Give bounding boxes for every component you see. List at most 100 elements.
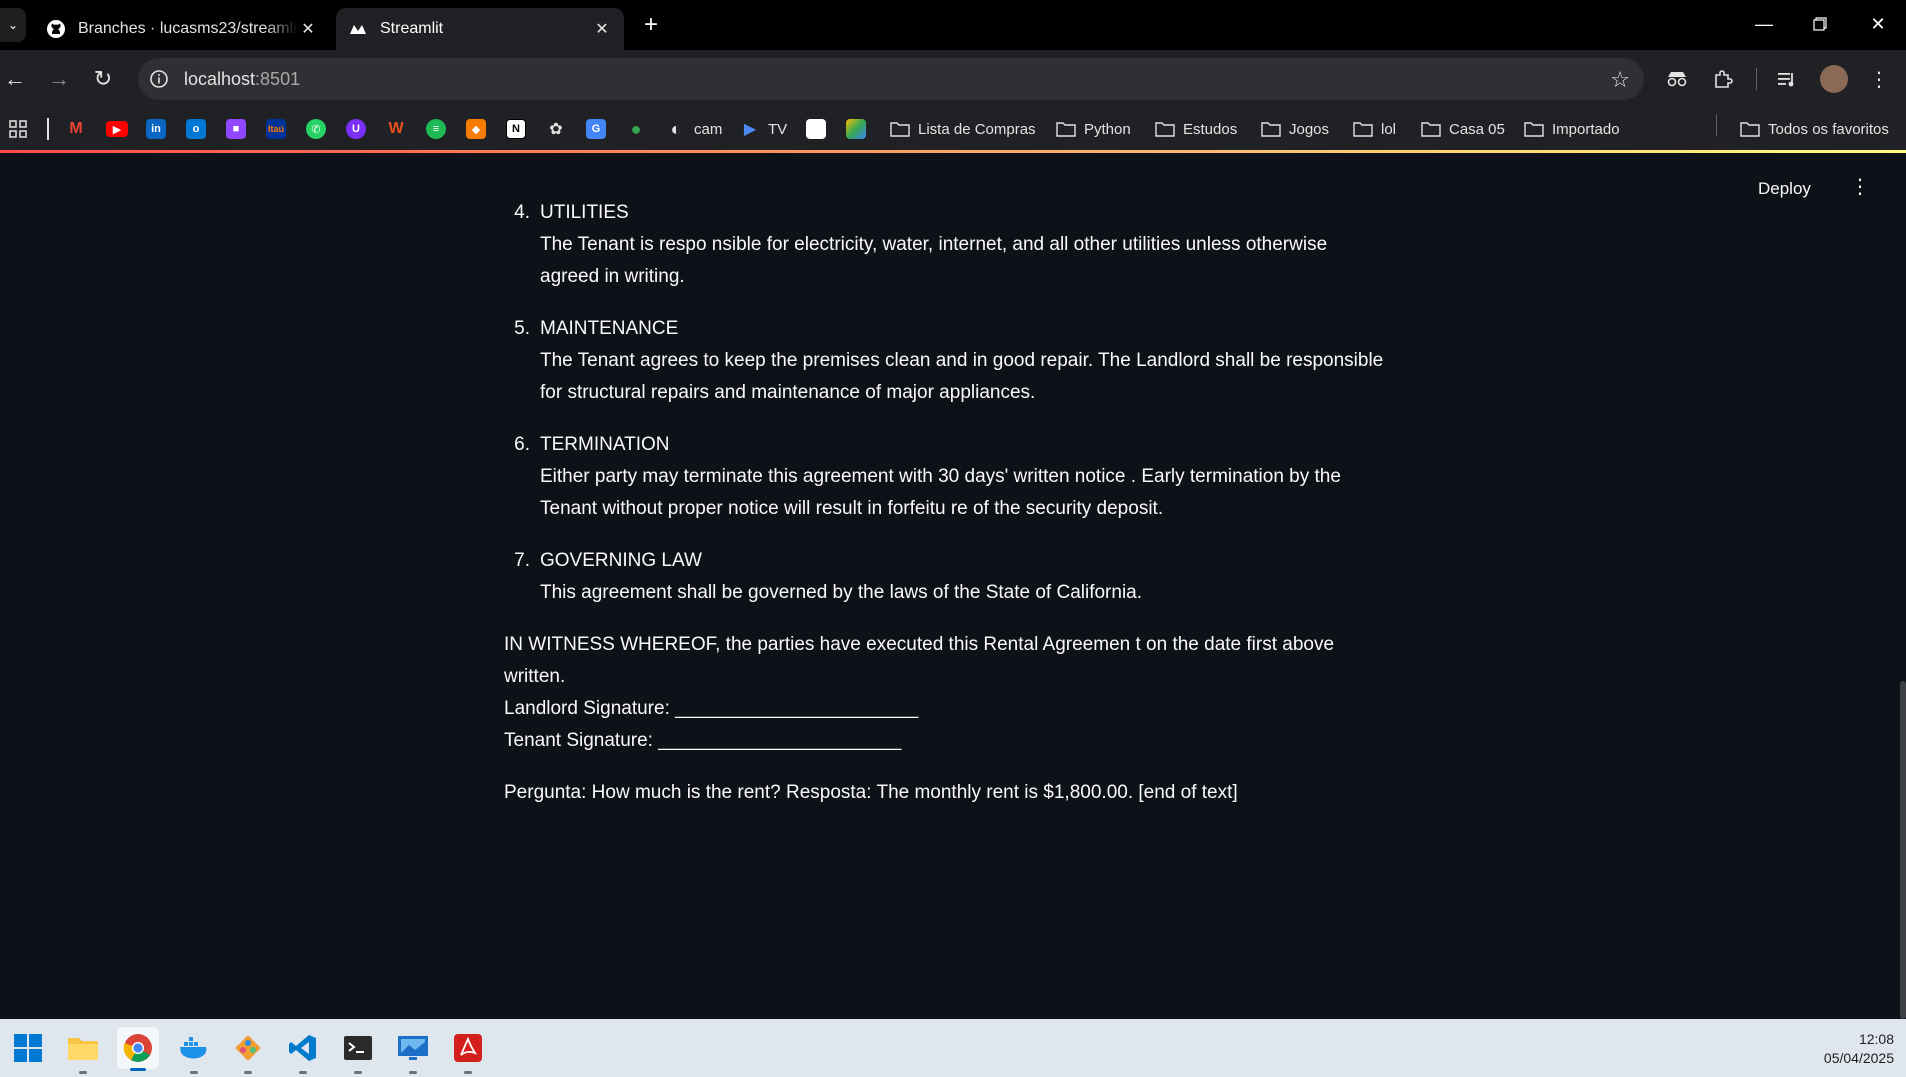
itau-icon: Itaú — [266, 119, 286, 139]
address-bar[interactable]: localhost:8501 ☆ — [138, 58, 1644, 100]
folder-importado[interactable]: Importado — [1524, 117, 1620, 141]
back-icon[interactable]: ← — [0, 64, 30, 94]
bookmark-orange-box[interactable]: ◆ — [466, 117, 486, 141]
clause-number: 6. — [514, 434, 530, 455]
folder-lol[interactable]: lol — [1353, 117, 1396, 141]
tab-title: Streamlit — [380, 20, 444, 37]
streamlit-app: Deploy ⋮ 4. UTILITIES The Tenant is resp… — [0, 153, 1906, 1019]
blank-page-icon — [806, 119, 826, 139]
clause-number: 7. — [514, 550, 530, 571]
main-menu-icon[interactable]: ⋮ — [1850, 177, 1870, 197]
running-indicator — [79, 1071, 87, 1074]
bookmarks-bar: M ▶ in o ■ Itaú ✆ U W ≡ ◆ N ✿ G ● ◐ cam ▶… — [0, 108, 1906, 150]
vscode-icon[interactable] — [285, 1030, 321, 1074]
landlord-signature-line: Landlord Signature: ____________________… — [504, 698, 919, 719]
profile-avatar[interactable] — [1820, 65, 1848, 93]
remote-desktop-icon[interactable] — [395, 1030, 431, 1074]
vpn-icon: U — [346, 119, 366, 139]
bookmark-photo[interactable] — [846, 117, 866, 141]
folder-estudos[interactable]: Estudos — [1155, 117, 1237, 141]
whatsapp-icon: ✆ — [306, 119, 326, 139]
new-tab-button[interactable]: + — [638, 12, 664, 38]
folder-label: Todos os favoritos — [1768, 120, 1889, 138]
git-icon[interactable] — [230, 1030, 266, 1074]
bookmark-twitch[interactable]: ■ — [226, 117, 246, 141]
file-explorer-icon[interactable] — [65, 1030, 101, 1074]
incognito-extension-icon[interactable] — [1664, 66, 1690, 92]
bookmark-label: TV — [768, 120, 788, 138]
bookmark-outlook[interactable]: o — [186, 117, 206, 141]
deploy-button[interactable]: Deploy — [1758, 179, 1811, 199]
openai-icon: ✿ — [549, 121, 563, 138]
tab-github-branches[interactable]: Branches · lucasms23/streamlit- ✕ — [34, 8, 330, 50]
folder-jogos[interactable]: Jogos — [1261, 117, 1329, 141]
reload-icon[interactable]: ↻ — [88, 64, 118, 94]
url-host: localhost — [184, 69, 256, 89]
folder-lista-de-compras[interactable]: Lista de Compras — [890, 117, 1036, 141]
bookmark-whatsapp[interactable]: ✆ — [306, 117, 326, 141]
close-icon[interactable]: ✕ — [592, 19, 612, 39]
folder-icon — [1155, 122, 1175, 137]
clock-date: 05/04/2025 — [1823, 1050, 1894, 1066]
close-window-icon[interactable]: ✕ — [1850, 0, 1906, 48]
media-control-icon[interactable] — [1774, 66, 1800, 92]
twitch-icon: ■ — [226, 119, 246, 139]
folder-icon — [1261, 122, 1281, 137]
clause-body: This agreement shall be governed by the … — [540, 582, 1143, 603]
site-info-icon[interactable] — [148, 68, 170, 90]
tab-title: Branches · lucasms23/streamlit- — [78, 20, 298, 37]
docker-icon[interactable] — [176, 1030, 212, 1074]
spotify-icon: ≡ — [426, 119, 446, 139]
acrobat-icon[interactable] — [450, 1030, 486, 1074]
bookmark-star-icon[interactable]: ☆ — [1610, 67, 1630, 93]
bookmark-linkedin[interactable]: in — [146, 117, 166, 141]
folder-label: Jogos — [1289, 120, 1330, 138]
bookmark-gmail[interactable]: M — [66, 117, 86, 141]
system-clock[interactable]: 12:08 05/04/2025 — [1824, 1030, 1894, 1068]
windows-start-icon[interactable] — [10, 1030, 46, 1066]
chrome-icon[interactable] — [117, 1027, 159, 1071]
forward-icon[interactable]: → — [44, 64, 74, 94]
running-indicator — [299, 1071, 307, 1074]
scrollbar[interactable] — [1900, 153, 1906, 1019]
running-indicator — [130, 1068, 146, 1071]
folder-casa-05[interactable]: Casa 05 — [1421, 117, 1505, 141]
bookmark-notion[interactable]: N — [506, 117, 526, 141]
folder-python[interactable]: Python — [1056, 117, 1131, 141]
terminal-icon[interactable] — [340, 1030, 376, 1074]
globe-icon: ◐ — [670, 118, 682, 139]
folder-icon — [1056, 122, 1076, 137]
signature-block: IN WITNESS WHEREOF, the parties have exe… — [504, 629, 1384, 757]
running-indicator — [409, 1071, 417, 1074]
chrome-menu-icon[interactable]: ⋮ — [1866, 66, 1892, 92]
bookmark-w[interactable]: W — [386, 117, 406, 141]
minimize-icon[interactable]: — — [1736, 0, 1792, 48]
tab-streamlit[interactable]: Streamlit ✕ — [336, 8, 624, 50]
bookmark-blank-page[interactable] — [806, 117, 826, 141]
folder-label: Python — [1084, 120, 1131, 138]
clause-maintenance: 5. MAINTENANCE The Tenant agrees to keep… — [504, 313, 1384, 409]
extensions-puzzle-icon[interactable] — [1710, 66, 1736, 92]
bookmark-cam[interactable]: ◐ cam — [666, 117, 723, 141]
bookmark-translate[interactable]: G — [586, 117, 606, 141]
close-icon[interactable]: ✕ — [298, 19, 318, 39]
bookmark-vpn[interactable]: U — [346, 117, 366, 141]
bookmark-tv[interactable]: ▶ TV — [740, 117, 787, 141]
bookmark-itau[interactable]: Itaú — [266, 117, 286, 141]
windows-taskbar: 12:08 05/04/2025 — [0, 1019, 1906, 1077]
restore-icon[interactable] — [1792, 0, 1848, 48]
folder-label: Lista de Compras — [918, 120, 1036, 138]
folder-icon — [1524, 122, 1544, 137]
apps-grid-icon[interactable] — [8, 117, 28, 141]
bookmark-maps[interactable]: ● — [626, 117, 646, 141]
bookmark-youtube[interactable]: ▶ — [106, 117, 128, 141]
scrollbar-thumb[interactable] — [1900, 681, 1906, 1019]
folder-label: Estudos — [1183, 120, 1238, 138]
folder-todos-os-favoritos[interactable]: Todos os favoritos — [1740, 117, 1889, 141]
clause-heading: UTILITIES — [540, 202, 629, 223]
tab-search-button[interactable]: ⌄ — [0, 8, 26, 42]
running-indicator — [244, 1071, 252, 1074]
bookmark-openai[interactable]: ✿ — [546, 117, 566, 141]
bookmark-spotify[interactable]: ≡ — [426, 117, 446, 141]
witness-statement: IN WITNESS WHEREOF, the parties have exe… — [504, 634, 1335, 687]
